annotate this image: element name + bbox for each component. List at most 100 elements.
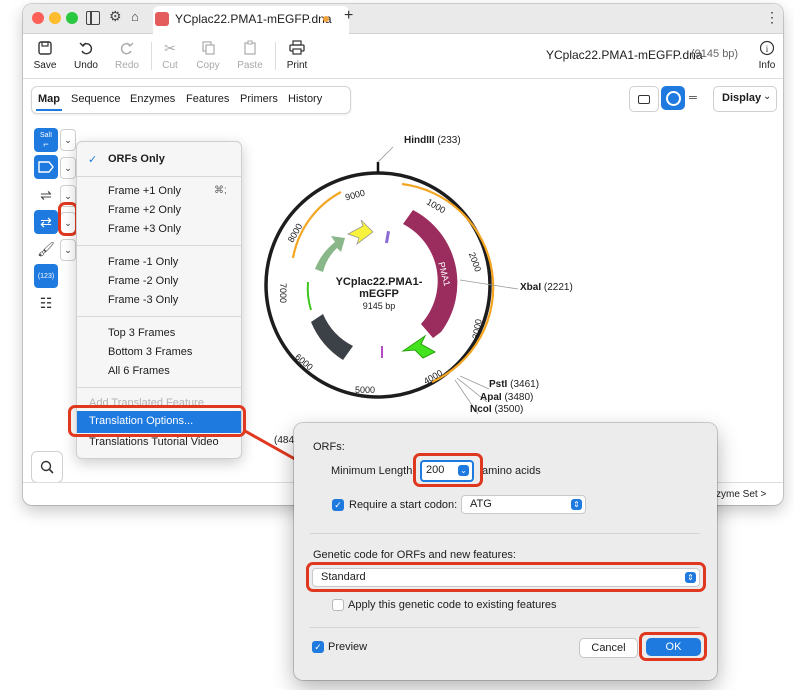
cancel-button[interactable]: Cancel	[579, 638, 638, 658]
highlight-genetic-code	[306, 562, 706, 592]
site-psti[interactable]: PstI (3461)	[489, 379, 539, 390]
feature-tool[interactable]	[34, 155, 58, 179]
menu-item-orfs-only[interactable]: ORFs Only	[108, 153, 165, 165]
genetic-code-label: Genetic code for ORFs and new features:	[313, 549, 516, 561]
menu-item-frame-minus1[interactable]: Frame -1 Only	[108, 256, 178, 268]
chevron-down-icon: ⌄	[763, 91, 772, 102]
menu-separator	[77, 316, 241, 317]
psti-leader	[459, 375, 490, 390]
map-plasmid-name: YCplac22.PMA1- mEGFP	[335, 276, 423, 300]
scissors-icon: ✂	[164, 39, 176, 56]
tab-primers[interactable]: Primers	[240, 93, 278, 105]
menu-item-frame-minus2[interactable]: Frame -2 Only	[108, 275, 178, 287]
menu-item-frame-plus3[interactable]: Frame +3 Only	[108, 223, 181, 235]
site-hindiii[interactable]: HindIII (233)	[404, 135, 461, 146]
menu-item-frame-minus3[interactable]: Frame -3 Only	[108, 294, 178, 306]
green-inner-arc	[306, 281, 312, 311]
require-start-checkbox[interactable]: ✓	[332, 499, 344, 511]
shortcut-label: ⌘;	[214, 185, 227, 196]
chevron-down-icon[interactable]: ⌄	[60, 157, 76, 179]
print-button[interactable]: Print	[277, 38, 317, 71]
site-ncoi[interactable]: NcoI (3500)	[470, 404, 523, 415]
printer-icon	[277, 38, 317, 58]
menu-separator	[77, 245, 241, 246]
view-tabs: Map Sequence Enzymes Features Primers Hi…	[31, 86, 351, 114]
primer-tool[interactable]: ⇌	[34, 183, 58, 207]
tab-features[interactable]: Features	[186, 93, 229, 105]
translation-tool[interactable]: ⇄	[34, 210, 58, 234]
list-view-icon[interactable]: ☷	[34, 291, 58, 315]
menu-item-frame-plus2[interactable]: Frame +2 Only	[108, 204, 181, 216]
apply-existing-checkbox[interactable]	[332, 599, 344, 611]
menu-item-tutorial[interactable]: Translations Tutorial Video	[89, 436, 219, 448]
tab-enzymes[interactable]: Enzymes	[130, 93, 175, 105]
purple-mark-2	[381, 346, 383, 358]
zoom-window-button[interactable]	[66, 12, 78, 24]
orfs-heading: ORFs:	[313, 441, 345, 453]
preview-checkbox[interactable]: ✓	[312, 641, 324, 653]
undo-button[interactable]: Undo	[66, 38, 106, 71]
copy-label: Copy	[196, 60, 220, 71]
more-menu-icon[interactable]: ⋮	[765, 9, 779, 26]
menu-item-bottom3[interactable]: Bottom 3 Frames	[108, 346, 192, 358]
preview-label: Preview	[328, 641, 368, 653]
gear-icon[interactable]: ⚙	[109, 8, 122, 25]
tab-history[interactable]: History	[288, 93, 322, 105]
paste-icon	[230, 38, 270, 58]
save-label: Save	[33, 60, 57, 71]
numbering-tool[interactable]: (123)	[34, 264, 58, 288]
site-xbai[interactable]: XbaI (2221)	[520, 282, 573, 293]
feature-arrow-icon	[38, 161, 54, 173]
home-icon[interactable]: ⌂	[131, 9, 139, 24]
restriction-site-tool[interactable]: SalI ⌐	[34, 128, 58, 152]
print-label: Print	[286, 60, 308, 71]
search-button[interactable]	[31, 451, 63, 483]
menu-item-frame-plus1[interactable]: Frame +1 Only	[108, 185, 181, 197]
toolbar-divider	[275, 42, 276, 70]
enzyme-set-button[interactable]: zyme Set >	[716, 489, 766, 500]
paintbrush-icon[interactable]: 🖌	[34, 237, 58, 261]
menu-separator	[77, 387, 241, 388]
map-length: 9145 bp	[362, 301, 396, 311]
file-size: (9145 bp)	[691, 48, 739, 60]
paste-label: Paste	[237, 60, 263, 71]
new-tab-button[interactable]: +	[344, 7, 353, 25]
save-button[interactable]: Save	[25, 38, 65, 71]
close-window-button[interactable]	[32, 12, 44, 24]
tick-7000: 7000	[278, 282, 289, 304]
yellow-feature	[347, 219, 374, 246]
unsaved-dot-icon	[323, 16, 329, 22]
display-dropdown[interactable]: Display ⌄	[713, 86, 777, 112]
undo-icon	[66, 38, 106, 58]
file-name: YCplac22.PMA1-mEGFP.dna	[546, 48, 703, 62]
chevron-down-icon[interactable]: ⌄	[60, 239, 76, 261]
menu-item-all6[interactable]: All 6 Frames	[108, 365, 170, 377]
circular-map-icon	[665, 90, 681, 106]
tab-sequence[interactable]: Sequence	[71, 93, 121, 105]
site-apai[interactable]: ApaI (3480)	[480, 392, 533, 403]
copy-button[interactable]: Copy	[188, 38, 228, 71]
menu-item-top3[interactable]: Top 3 Frames	[108, 327, 175, 339]
checkmark-icon: ✓	[88, 154, 98, 166]
linear-view-button[interactable]	[629, 86, 659, 112]
sequence-view-icon[interactable]: ═	[689, 92, 697, 104]
minimize-window-button[interactable]	[49, 12, 61, 24]
egfp-feature	[401, 334, 437, 359]
sidebar-toggle-icon[interactable]	[86, 11, 100, 25]
purple-mark-1	[384, 230, 391, 244]
search-icon	[40, 460, 54, 474]
circular-view-button[interactable]	[661, 86, 685, 110]
cut-button[interactable]: ✂ Cut	[150, 38, 190, 72]
redo-button[interactable]: Redo	[107, 38, 147, 71]
title-bar: ⚙ ⌂ YCplac22.PMA1-mEGFP.dna + ⋮	[23, 4, 783, 34]
paste-button[interactable]: Paste	[230, 38, 270, 71]
info-icon: i	[747, 38, 783, 58]
info-button[interactable]: i Info	[747, 38, 783, 71]
tab-document[interactable]: YCplac22.PMA1-mEGFP.dna	[153, 6, 349, 34]
start-codon-select[interactable]: ATG ⇕	[461, 495, 586, 514]
save-icon	[25, 38, 65, 58]
tab-map[interactable]: Map	[38, 93, 60, 105]
linear-map-icon	[638, 94, 650, 104]
chevron-down-icon[interactable]: ⌄	[60, 129, 76, 151]
highlight-min-length	[413, 453, 483, 487]
